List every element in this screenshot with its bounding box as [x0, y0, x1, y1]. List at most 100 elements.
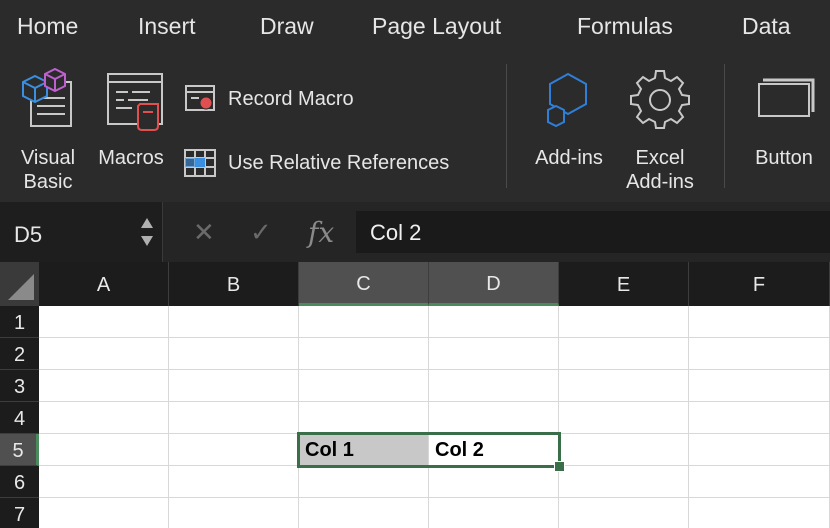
- fill-handle[interactable]: [554, 461, 565, 472]
- cell-e2[interactable]: [559, 338, 689, 370]
- cell-d3[interactable]: [429, 370, 559, 402]
- tab-insert[interactable]: Insert: [138, 13, 196, 40]
- cell-a2[interactable]: [39, 338, 169, 370]
- cell-d6[interactable]: [429, 466, 559, 498]
- cell-f7[interactable]: [689, 498, 830, 528]
- cell-e1[interactable]: [559, 306, 689, 338]
- add-ins-label: Add-ins: [535, 147, 603, 169]
- cell-b5[interactable]: [169, 434, 299, 466]
- column-header-e[interactable]: E: [559, 262, 689, 306]
- visual-basic-button[interactable]: Visual Basic: [14, 68, 82, 193]
- tab-formulas[interactable]: Formulas: [577, 13, 673, 40]
- cell-a7[interactable]: [39, 498, 169, 528]
- cell-a5[interactable]: [39, 434, 169, 466]
- row-header-2[interactable]: 2: [0, 338, 39, 370]
- tab-home[interactable]: Home: [17, 13, 78, 40]
- ribbon-separator: [724, 64, 725, 188]
- macros-button[interactable]: Macros: [92, 68, 170, 193]
- cell-d1[interactable]: [429, 306, 559, 338]
- column-header-c[interactable]: C: [299, 262, 429, 306]
- button-control-label: Button: [755, 147, 813, 169]
- cell-a6[interactable]: [39, 466, 169, 498]
- tab-page-layout[interactable]: Page Layout: [372, 13, 501, 40]
- tab-data[interactable]: Data: [742, 13, 791, 40]
- button-control-icon: [758, 78, 815, 117]
- cell-e4[interactable]: [559, 402, 689, 434]
- add-ins-icon: [547, 72, 587, 128]
- name-box-stepper-icon[interactable]: [140, 214, 154, 250]
- use-relative-references-label: Use Relative References: [228, 151, 450, 174]
- name-box-value: D5: [14, 222, 43, 247]
- cell-c1[interactable]: [299, 306, 429, 338]
- cell-e7[interactable]: [559, 498, 689, 528]
- cell-a3[interactable]: [39, 370, 169, 402]
- row-header-3[interactable]: 3: [0, 370, 39, 402]
- name-box[interactable]: D5: [0, 202, 163, 262]
- excel-add-ins-label-line1: Excel: [635, 147, 685, 169]
- formula-bar: D5 ✕ ✓ fx Col 2: [0, 202, 830, 262]
- cell-f1[interactable]: [689, 306, 830, 338]
- select-all-corner[interactable]: [0, 262, 40, 307]
- formula-input[interactable]: Col 2: [356, 211, 830, 253]
- enter-icon[interactable]: ✓: [250, 217, 272, 248]
- column-header-d[interactable]: D: [429, 262, 559, 306]
- column-header-a[interactable]: A: [39, 262, 169, 306]
- ribbon-tabs: Home Insert Draw Page Layout Formulas Da…: [0, 0, 830, 52]
- cell-c2[interactable]: [299, 338, 429, 370]
- add-ins-button[interactable]: Add-ins: [528, 68, 610, 193]
- excel-add-ins-button[interactable]: Excel Add-ins: [616, 68, 704, 193]
- cell-e3[interactable]: [559, 370, 689, 402]
- cell-f3[interactable]: [689, 370, 830, 402]
- column-header-b[interactable]: B: [169, 262, 299, 306]
- cell-d4[interactable]: [429, 402, 559, 434]
- relative-references-icon: [184, 149, 216, 177]
- cell-d2[interactable]: [429, 338, 559, 370]
- use-relative-references-button[interactable]: Use Relative References: [184, 146, 449, 180]
- cell-b3[interactable]: [169, 370, 299, 402]
- ribbon-separator: [506, 64, 507, 188]
- excel-add-ins-label-line2: Add-ins: [626, 171, 694, 193]
- cell-f4[interactable]: [689, 402, 830, 434]
- column-header-f[interactable]: F: [689, 262, 830, 306]
- cell-c7[interactable]: [299, 498, 429, 528]
- cell-b7[interactable]: [169, 498, 299, 528]
- macros-label: Macros: [98, 147, 164, 169]
- cell-e6[interactable]: [559, 466, 689, 498]
- cell-c5[interactable]: Col 1: [299, 434, 429, 466]
- cell-b1[interactable]: [169, 306, 299, 338]
- insert-function-icon[interactable]: fx: [308, 216, 334, 249]
- ribbon-developer: Visual Basic Macros Record Macro Use Rel…: [0, 52, 830, 202]
- record-macro-icon: [185, 85, 215, 111]
- cell-c6[interactable]: [299, 466, 429, 498]
- cell-f2[interactable]: [689, 338, 830, 370]
- record-macro-button[interactable]: Record Macro: [184, 82, 354, 116]
- cell-d5[interactable]: Col 2: [429, 434, 559, 466]
- cancel-icon[interactable]: ✕: [193, 217, 215, 248]
- formula-input-value: Col 2: [370, 220, 422, 245]
- row-header-6[interactable]: 6: [0, 466, 39, 498]
- cell-d7[interactable]: [429, 498, 559, 528]
- cell-b2[interactable]: [169, 338, 299, 370]
- cell-a1[interactable]: [39, 306, 169, 338]
- cell-c3[interactable]: [299, 370, 429, 402]
- row-header-1[interactable]: 1: [0, 306, 39, 338]
- row-header-7[interactable]: 7: [0, 498, 39, 528]
- row-header-5[interactable]: 5: [0, 434, 39, 466]
- gear-icon: [630, 70, 690, 129]
- cell-e5[interactable]: [559, 434, 689, 466]
- cell-a4[interactable]: [39, 402, 169, 434]
- select-all-triangle-icon: [8, 274, 34, 300]
- cell-f6[interactable]: [689, 466, 830, 498]
- record-macro-label: Record Macro: [228, 87, 354, 110]
- visual-basic-icon: [22, 68, 72, 127]
- visual-basic-label-line1: Visual: [20, 147, 76, 169]
- tab-draw[interactable]: Draw: [260, 13, 314, 40]
- cell-c4[interactable]: [299, 402, 429, 434]
- cell-b4[interactable]: [169, 402, 299, 434]
- macros-icon: [107, 73, 163, 131]
- row-header-4[interactable]: 4: [0, 402, 39, 434]
- spreadsheet-grid: A B C D E F 1 2 3 4 5 6 7 Col 1 Col 2: [0, 262, 830, 528]
- cell-b6[interactable]: [169, 466, 299, 498]
- cell-f5[interactable]: [689, 434, 830, 466]
- form-button-control[interactable]: Button: [744, 68, 824, 193]
